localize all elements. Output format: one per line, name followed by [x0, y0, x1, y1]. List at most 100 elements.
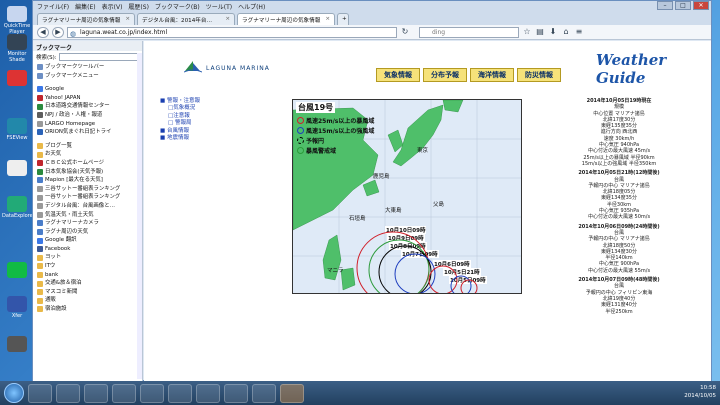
browser-window: ファイル(F) 編集(E) 表示(V) 履歴(S) ブックマーク(B) ツール(…	[32, 0, 712, 381]
close-tab-icon[interactable]: ×	[125, 16, 130, 22]
bookmark-item[interactable]: 通販	[33, 296, 142, 305]
bookmark-item[interactable]: ＣＢＣ公式ホームページ	[33, 159, 142, 168]
desktop-icon[interactable]: Xfer	[2, 296, 32, 319]
menu-history[interactable]: 履歴(S)	[128, 2, 149, 11]
bookmark-item[interactable]: お天気	[33, 150, 142, 159]
menu-edit[interactable]: 編集(E)	[75, 2, 95, 11]
close-tab-icon[interactable]: ×	[225, 16, 230, 22]
bookmark-item[interactable]: Mapion [最大在る天気]	[33, 176, 142, 185]
bookmark-icon	[37, 271, 43, 278]
left-link[interactable]: ■ 台風情報	[160, 128, 200, 135]
taskbar-app-icon[interactable]	[140, 383, 164, 403]
bookmark-item[interactable]: 日本気象協会(天気予報)	[33, 168, 142, 177]
menu-file[interactable]: ファイル(F)	[37, 2, 69, 11]
left-link[interactable]: □気象概況	[160, 105, 200, 112]
menu-bookmarks[interactable]: ブックマーク(B)	[155, 2, 200, 11]
desktop-icon[interactable]	[2, 70, 32, 87]
bookmark-icon	[37, 168, 43, 175]
desktop-icon[interactable]: DataExplorer	[2, 196, 35, 219]
forecast-circles	[356, 231, 478, 293]
clock-date[interactable]: 2014/10/05	[684, 392, 716, 400]
site-brand: Weather Guide	[596, 51, 667, 87]
bookmark-item[interactable]: 三谷サットー番組表ランキング	[33, 185, 142, 194]
address-bar[interactable]: ◍ laguna.weat.co.jp/index.html	[67, 26, 397, 38]
tab[interactable]: デジタル台風：2014年台… ×	[137, 13, 235, 25]
taskbar-app-icon[interactable]	[196, 383, 220, 403]
bookmark-label: お天気	[45, 151, 62, 158]
taskbar-firefox-icon[interactable]	[280, 383, 304, 403]
bookmark-item[interactable]: LARGO Homepage	[33, 120, 142, 129]
bookmark-item[interactable]: Yahoo! JAPAN	[33, 94, 142, 103]
bookmark-item[interactable]: マスコミ新聞	[33, 288, 142, 297]
desktop-icon[interactable]	[2, 160, 32, 177]
taskbar-ie-icon[interactable]	[56, 383, 80, 403]
bookmark-item[interactable]: ラグナマリーナカメラ	[33, 219, 142, 228]
bookmark-icon	[37, 86, 43, 93]
bookmark-item[interactable]: bank	[33, 271, 142, 280]
bookmark-item[interactable]: ラグナ周辺の天気	[33, 228, 142, 237]
bookmark-icon	[37, 297, 43, 304]
back-icon[interactable]: ◀	[37, 26, 49, 38]
nav-weather-info[interactable]: 気象情報	[376, 68, 420, 82]
nav-disaster-info[interactable]: 防災情報	[517, 68, 561, 82]
left-link[interactable]: □ 警報局	[160, 120, 200, 127]
taskbar-explorer-icon[interactable]	[28, 383, 52, 403]
bookmark-item[interactable]: ブックマークツールバー	[33, 63, 142, 72]
minimize-icon[interactable]: –	[657, 1, 673, 10]
bookmark-list-icon[interactable]: ▤	[535, 27, 545, 37]
reload-icon[interactable]: ↻	[400, 27, 410, 37]
bookmark-item[interactable]: ORION気まぐれ日記トライ	[33, 128, 142, 137]
close-icon[interactable]: ✕	[693, 1, 709, 10]
taskbar-media-icon[interactable]	[112, 383, 136, 403]
clock-time[interactable]: 10:58	[684, 384, 716, 392]
bookmark-item[interactable]: Facebook	[33, 245, 142, 254]
desktop-icon[interactable]	[2, 262, 32, 279]
desktop-icon[interactable]: QuickTime Player	[2, 6, 32, 35]
close-tab-icon[interactable]: ×	[325, 16, 330, 22]
star-icon[interactable]: ☆	[522, 27, 532, 37]
bookmark-item[interactable]: Google	[33, 85, 142, 94]
new-tab-button[interactable]: +	[337, 13, 349, 25]
tab-active[interactable]: ラグナマリーナ周辺の気象情報 ×	[237, 13, 335, 25]
desktop-icon[interactable]	[2, 336, 32, 353]
bookmark-item[interactable]: NPJ / 政治・人権・報道	[33, 111, 142, 120]
taskbar-chrome-icon[interactable]	[84, 383, 108, 403]
sidebar-scrollbar[interactable]	[137, 53, 142, 379]
nav-distribution-forecast[interactable]: 分布予報	[423, 68, 467, 82]
nav-ocean-info[interactable]: 海洋情報	[470, 68, 514, 82]
bookmark-item[interactable]: Google 翻訳	[33, 236, 142, 245]
search-input[interactable]: ding	[419, 26, 519, 38]
menu-help[interactable]: ヘルプ(H)	[238, 2, 265, 11]
menu-tools[interactable]: ツール(T)	[206, 2, 232, 11]
menu-icon[interactable]: ≡	[574, 27, 584, 37]
bookmark-item[interactable]: 宿泊施設	[33, 305, 142, 314]
bookmark-item[interactable]: ヨット	[33, 253, 142, 262]
bookmark-item[interactable]: 一谷サットー番組表ランキング	[33, 193, 142, 202]
bookmark-icon	[37, 103, 43, 110]
home-icon[interactable]: ⌂	[561, 27, 571, 37]
bookmark-label: ITウ	[45, 263, 56, 270]
taskbar-app-icon[interactable]	[224, 383, 248, 403]
maximize-icon[interactable]: □	[675, 1, 691, 10]
menu-view[interactable]: 表示(V)	[102, 2, 123, 11]
forward-icon[interactable]: ▶	[52, 26, 64, 38]
desktop-icon[interactable]: Monitor Shade	[2, 34, 32, 63]
bookmark-item[interactable]: ブックマークメニュー	[33, 72, 142, 81]
sidebar-search-input[interactable]	[58, 53, 139, 61]
download-icon[interactable]: ⬇	[548, 27, 558, 37]
tab[interactable]: ラグナマリーナ周辺の気象情報 ×	[37, 13, 135, 25]
url-text: laguna.weat.co.jp/index.html	[80, 28, 168, 36]
taskbar-app-icon[interactable]	[168, 383, 192, 403]
bookmark-icon	[37, 211, 43, 218]
bookmark-item[interactable]: デジタル台風：台風画像と…	[33, 202, 142, 211]
start-button[interactable]	[4, 383, 24, 403]
bookmark-item[interactable]: 交通&旅＆宿泊	[33, 279, 142, 288]
bookmark-item[interactable]: ブログ一覧	[33, 142, 142, 151]
bookmark-item[interactable]: 日本道路交通情報センター	[33, 102, 142, 111]
navigation-bar: ◀ ▶ ◍ laguna.weat.co.jp/index.html ↻ ding…	[33, 25, 711, 40]
desktop-icon[interactable]: FSEView	[2, 118, 32, 141]
bookmark-item[interactable]: ITウ	[33, 262, 142, 271]
bookmark-item[interactable]: 気温天気・雨土天気	[33, 211, 142, 220]
left-link[interactable]: ■ 地震情報	[160, 135, 200, 142]
taskbar-app-icon[interactable]	[252, 383, 276, 403]
